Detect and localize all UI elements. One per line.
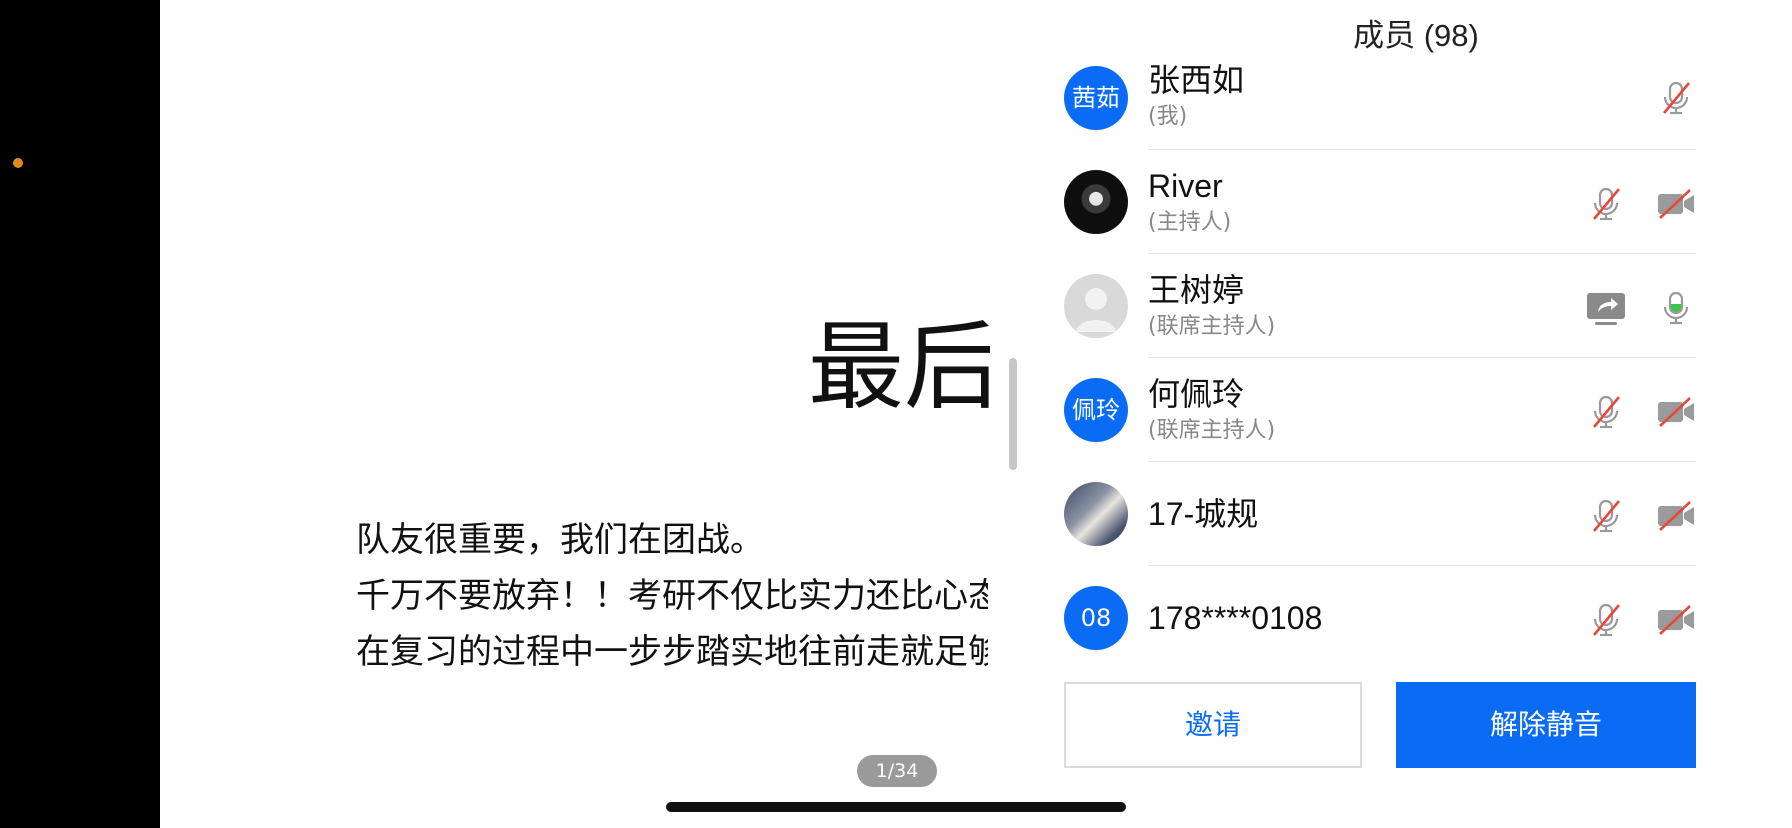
member-row[interactable]: 王树婷 (联席主持人)	[1064, 254, 1696, 358]
camera-off-icon[interactable]	[1656, 496, 1696, 536]
slide-line: 在复习的过程中一步步踏实地往前走就足够了	[356, 632, 988, 672]
member-role: (主持人)	[1148, 210, 1232, 235]
slide-page-indicator: 1/34	[857, 755, 937, 787]
camera-off-icon[interactable]	[1656, 392, 1696, 432]
mic-muted-icon[interactable]	[1586, 392, 1626, 432]
mic-muted-icon[interactable]	[1586, 600, 1626, 640]
mic-active-icon[interactable]	[1656, 288, 1696, 328]
mic-muted-icon[interactable]	[1586, 496, 1626, 536]
member-row[interactable]: 17-城规	[1064, 462, 1696, 566]
scrollbar-thumb[interactable]	[1009, 358, 1017, 470]
member-name: River	[1148, 168, 1223, 204]
avatar	[1064, 274, 1128, 338]
member-name: 张西如	[1148, 62, 1245, 98]
slide-line: 队友很重要，我们在团战。	[356, 520, 764, 560]
avatar	[1064, 482, 1128, 546]
slide-line: 千万不要放弃！！考研不仅比实力还比心态	[356, 576, 988, 616]
member-row[interactable]: River (主持人)	[1064, 150, 1696, 254]
member-role: (联席主持人)	[1148, 418, 1276, 443]
member-role: (我)	[1148, 104, 1188, 129]
member-role: (联席主持人)	[1148, 314, 1276, 339]
avatar	[1064, 170, 1128, 234]
invite-button[interactable]: 邀请	[1064, 682, 1362, 768]
members-panel: 成员 (98) 茜茹 张西如 (我) River (主持人) 王树婷 (联席主持…	[1040, 0, 1792, 828]
left-black-bar	[0, 0, 160, 828]
screen-share-icon[interactable]	[1586, 288, 1626, 328]
member-name: 王树婷	[1148, 272, 1245, 308]
avatar: 08	[1064, 586, 1128, 650]
unmute-button[interactable]: 解除静音	[1396, 682, 1696, 768]
member-name: 何佩玲	[1148, 376, 1245, 412]
camera-off-icon[interactable]	[1656, 184, 1696, 224]
shared-slide: 最后 队友很重要，我们在团战。 千万不要放弃！！考研不仅比实力还比心态 在复习的…	[160, 0, 990, 828]
slide-body: 队友很重要，我们在团战。 千万不要放弃！！考研不仅比实力还比心态 在复习的过程中…	[356, 512, 988, 680]
mic-muted-icon[interactable]	[1656, 78, 1696, 118]
avatar: 茜茹	[1064, 66, 1128, 130]
home-indicator[interactable]	[666, 802, 1126, 812]
mic-muted-icon[interactable]	[1586, 184, 1626, 224]
member-row[interactable]: 茜茹 张西如 (我)	[1064, 46, 1696, 150]
avatar: 佩玲	[1064, 378, 1128, 442]
camera-off-icon[interactable]	[1656, 600, 1696, 640]
member-row[interactable]: 08 178****0108	[1064, 566, 1696, 670]
member-row[interactable]: 佩玲 何佩玲 (联席主持人)	[1064, 358, 1696, 462]
slide-title: 最后	[808, 311, 990, 423]
member-name: 178****0108	[1148, 600, 1323, 636]
status-dot	[13, 158, 23, 168]
member-name: 17-城规	[1148, 496, 1259, 532]
